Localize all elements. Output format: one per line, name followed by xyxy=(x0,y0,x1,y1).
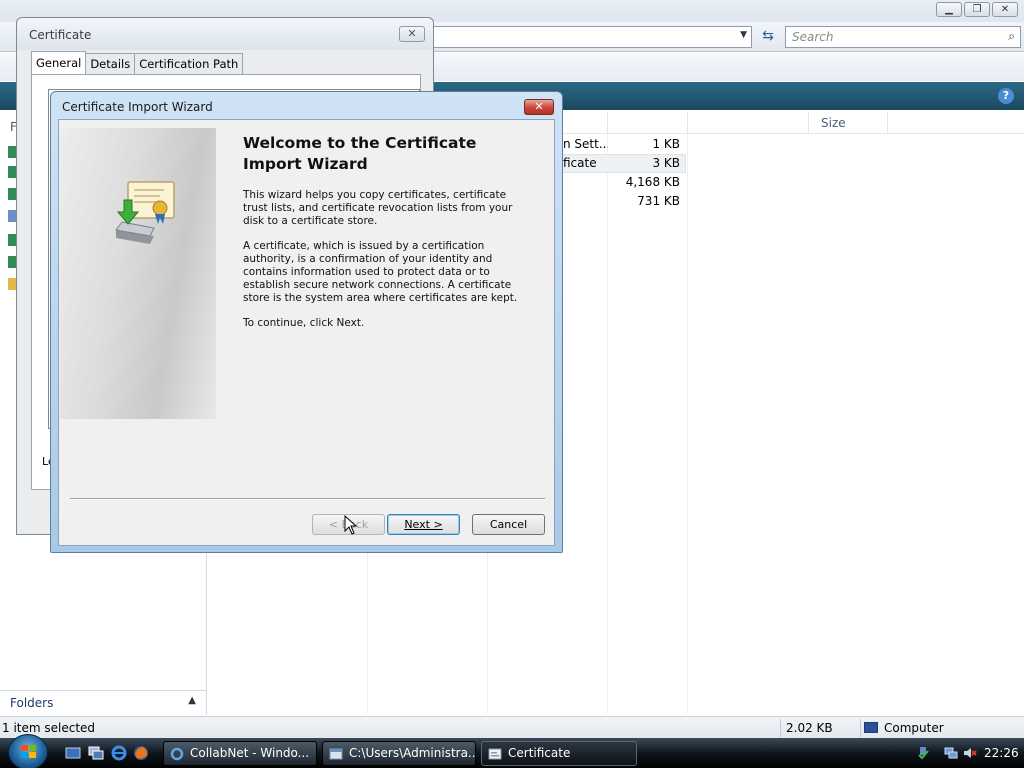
chevron-up-icon: ▲ xyxy=(188,695,196,706)
ie-icon xyxy=(170,747,184,761)
status-location: Computer xyxy=(884,721,944,735)
column-gridline xyxy=(607,134,608,714)
wizard-body: Welcome to the Certificate Import Wizard… xyxy=(58,119,555,546)
taskbar: CollabNet - Windo... C:\Users\Administra… xyxy=(0,734,1024,768)
system-tray: 22:26 xyxy=(912,741,1024,766)
tab-details[interactable]: Details xyxy=(85,53,136,74)
windows-logo-icon xyxy=(21,745,36,758)
certificate-import-icon xyxy=(115,181,175,244)
taskbar-item-label: CollabNet - Windo... xyxy=(190,746,310,760)
file-size: 731 KB xyxy=(637,194,680,208)
mouse-cursor-icon xyxy=(344,515,358,535)
taskbar-item-label: C:\Users\Administra... xyxy=(349,746,476,760)
folder-icon[interactable] xyxy=(8,278,16,290)
tab-certification-path[interactable]: Certification Path xyxy=(134,53,244,74)
certificate-window-title: Certificate xyxy=(29,28,92,42)
wizard-separator xyxy=(70,498,545,500)
show-desktop-icon[interactable] xyxy=(65,745,81,761)
column-separator[interactable] xyxy=(887,112,888,134)
cancel-button[interactable]: Cancel xyxy=(472,514,545,535)
certificate-icon xyxy=(488,748,502,760)
folders-label: Folders xyxy=(10,696,54,710)
next-button[interactable]: Next > xyxy=(387,514,460,535)
wizard-instruction: To continue, click Next. xyxy=(243,317,365,329)
search-input[interactable]: Search ⌕ xyxy=(785,26,1021,48)
column-separator[interactable] xyxy=(607,112,608,134)
nav-item-icon[interactable] xyxy=(8,210,16,222)
file-type: ficate xyxy=(563,156,597,170)
maximize-button[interactable]: ❐ xyxy=(964,2,990,17)
taskbar-item-explorer[interactable]: C:\Users\Administra... xyxy=(322,741,476,766)
column-gridline xyxy=(687,134,688,714)
volume-muted-icon[interactable] xyxy=(963,746,977,760)
status-size: 2.02 KB xyxy=(786,721,833,735)
refresh-icon[interactable]: ⇆ xyxy=(757,26,779,48)
firefox-icon[interactable] xyxy=(133,745,149,761)
wizard-side-banner xyxy=(60,128,216,419)
wizard-heading: Welcome to the Certificate Import Wizard xyxy=(243,134,477,173)
help-icon[interactable]: ? xyxy=(998,88,1014,104)
taskbar-item-certificate[interactable]: Certificate xyxy=(481,741,637,766)
column-separator[interactable] xyxy=(808,112,809,134)
nav-item-icon[interactable] xyxy=(8,256,16,268)
column-header-size[interactable]: Size xyxy=(821,116,846,130)
minimize-button[interactable]: ▁ xyxy=(936,2,962,17)
wizard-description-1: This wizard helps you copy certificates,… xyxy=(243,189,513,227)
explorer-window-buttons: ▁ ❐ ✕ xyxy=(936,2,1018,17)
column-separator[interactable] xyxy=(687,112,688,134)
status-divider xyxy=(780,719,781,737)
search-placeholder: Search xyxy=(792,30,834,44)
address-input[interactable]: ▼ xyxy=(430,26,752,48)
certificate-tabs: General Details Certification Path xyxy=(31,51,244,74)
network-icon[interactable] xyxy=(944,746,958,760)
status-divider xyxy=(860,719,861,737)
wizard-title: Certificate Import Wizard xyxy=(62,100,213,114)
next-button-label: Next > xyxy=(404,518,443,531)
certificate-titlebar[interactable]: Certificate ✕ xyxy=(17,18,433,50)
status-selected: 1 item selected xyxy=(2,721,96,735)
ie-icon[interactable] xyxy=(111,745,127,761)
status-bar: 1 item selected 2.02 KB Computer xyxy=(0,716,1024,738)
security-check-icon[interactable] xyxy=(916,746,930,760)
folder-window-icon xyxy=(329,748,343,760)
close-button[interactable]: ✕ xyxy=(524,99,554,115)
wizard-description-2: A certificate, which is issued by a cert… xyxy=(243,240,518,304)
search-icon[interactable]: ⌕ xyxy=(1008,29,1015,44)
clock[interactable]: 22:26 xyxy=(984,746,1019,760)
file-size: 1 KB xyxy=(652,137,680,151)
close-button[interactable]: ✕ xyxy=(992,2,1018,17)
chevron-down-icon[interactable]: ▼ xyxy=(740,30,747,40)
file-size: 3 KB xyxy=(652,156,680,170)
close-button[interactable]: ✕ xyxy=(399,26,425,42)
nav-item-icon[interactable] xyxy=(8,234,16,246)
taskbar-item-label: Certificate xyxy=(508,746,571,760)
tab-general[interactable]: General xyxy=(31,51,87,74)
switch-windows-icon[interactable] xyxy=(88,745,104,761)
computer-icon xyxy=(864,722,878,733)
import-wizard-dialog: Certificate Import Wizard ✕ Welcome to t… xyxy=(50,91,563,553)
taskbar-item-collabnet[interactable]: CollabNet - Windo... xyxy=(163,741,317,766)
start-button[interactable] xyxy=(8,734,48,768)
file-size: 4,168 KB xyxy=(625,175,680,189)
folders-toggle[interactable]: Folders ▲ xyxy=(0,690,207,715)
file-type: n Sett... xyxy=(563,137,608,151)
